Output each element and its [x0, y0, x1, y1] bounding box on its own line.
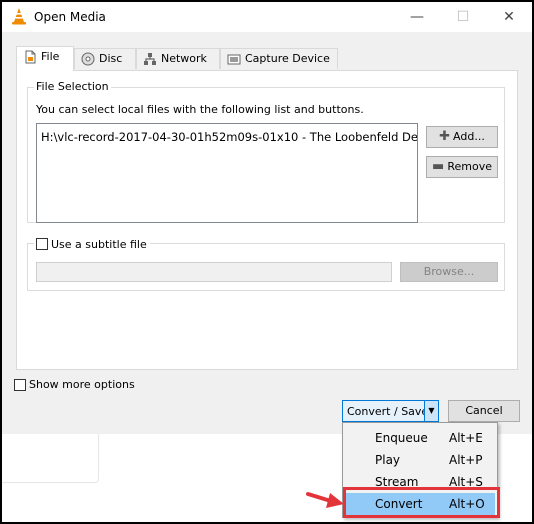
open-media-dialog: Open Media — ☐ ✕ File Disc Network Captu…: [2, 2, 532, 434]
tab-disc[interactable]: Disc: [74, 48, 136, 69]
menu-item-shortcut: Alt+E: [449, 431, 483, 445]
window-title: Open Media: [34, 10, 106, 24]
capture-device-icon: [227, 54, 241, 65]
subtitle-checkbox-label: Use a subtitle file: [51, 237, 147, 251]
tab-file[interactable]: File: [16, 46, 74, 71]
subtitle-checkbox-row[interactable]: Use a subtitle file: [34, 237, 150, 251]
file-list-item[interactable]: H:\vlc-record-2017-04-30-01h52m09s-01x10…: [41, 130, 417, 144]
disc-icon: [81, 52, 95, 66]
menu-item-shortcut: Alt+O: [449, 497, 485, 511]
add-button[interactable]: ✚ Add...: [426, 126, 498, 148]
convert-save-label: Convert / Save: [347, 405, 429, 418]
title-bar: Open Media — ☐ ✕: [2, 2, 532, 32]
background-window-edge: [2, 434, 99, 483]
vlc-cone-icon: [12, 8, 26, 25]
subtitle-file-input: [36, 262, 392, 282]
remove-button-label: Remove: [447, 160, 492, 173]
menu-item-stream[interactable]: Stream Alt+S: [345, 471, 495, 493]
convert-save-button[interactable]: Convert / Save ▼: [342, 400, 439, 422]
dropdown-arrow-icon[interactable]: ▼: [424, 401, 438, 421]
file-tab-panel: File Selection You can select local file…: [16, 70, 518, 370]
tab-network[interactable]: Network: [136, 48, 220, 69]
convert-save-dropdown-menu: Enqueue Alt+E Play Alt+P Stream Alt+S Co…: [342, 422, 498, 518]
menu-item-label: Stream: [375, 475, 419, 489]
menu-item-enqueue[interactable]: Enqueue Alt+E: [345, 427, 495, 449]
file-selection-description: You can select local files with the foll…: [36, 103, 364, 116]
plus-icon: ✚: [439, 129, 451, 144]
tab-disc-label: Disc: [99, 52, 123, 65]
minus-icon: ▬: [432, 159, 445, 174]
file-list[interactable]: H:\vlc-record-2017-04-30-01h52m09s-01x10…: [36, 123, 418, 223]
tab-capture-device[interactable]: Capture Device: [220, 48, 338, 69]
menu-item-convert[interactable]: Convert Alt+O: [345, 493, 495, 515]
subtitle-checkbox[interactable]: [36, 238, 48, 250]
subtitle-group: Use a subtitle file Browse...: [27, 237, 505, 291]
minimize-button[interactable]: —: [394, 2, 440, 32]
red-arrow-icon: [306, 492, 344, 508]
tab-file-label: File: [41, 50, 60, 63]
tab-network-label: Network: [161, 52, 207, 65]
show-more-options[interactable]: Show more options: [14, 378, 135, 391]
close-button[interactable]: ✕: [486, 2, 532, 32]
file-selection-title: File Selection: [34, 80, 111, 93]
cancel-button[interactable]: Cancel: [448, 400, 520, 422]
remove-button[interactable]: ▬ Remove: [426, 156, 498, 178]
file-selection-group: File Selection You can select local file…: [27, 80, 505, 223]
menu-item-label: Play: [375, 453, 401, 467]
tab-capture-device-label: Capture Device: [245, 52, 330, 65]
maximize-button[interactable]: ☐: [440, 2, 486, 32]
menu-item-play[interactable]: Play Alt+P: [345, 449, 495, 471]
file-icon: [25, 50, 36, 64]
menu-item-shortcut: Alt+S: [449, 475, 483, 489]
browse-button: Browse...: [400, 262, 498, 282]
menu-item-label: Convert: [375, 497, 423, 511]
show-more-checkbox[interactable]: [14, 379, 26, 391]
add-button-label: Add...: [453, 130, 485, 143]
show-more-label: Show more options: [29, 378, 135, 391]
menu-item-label: Enqueue: [375, 431, 428, 445]
network-icon: [144, 53, 156, 65]
menu-item-shortcut: Alt+P: [449, 453, 483, 467]
